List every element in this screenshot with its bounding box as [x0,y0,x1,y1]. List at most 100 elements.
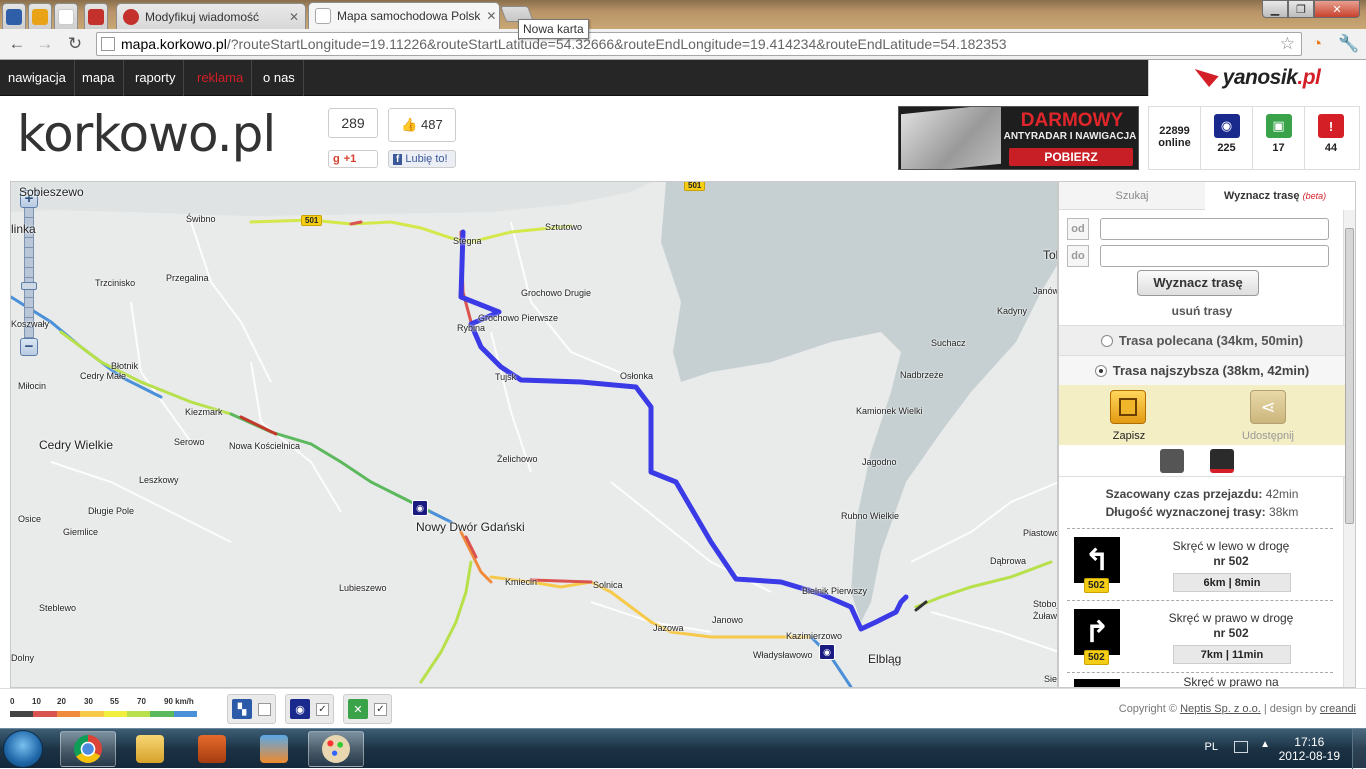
toggle-checkbox[interactable]: ✓ [316,702,329,716]
place-label: Bielnik Pierwszy [802,586,868,596]
gps-device-icon[interactable] [1160,449,1184,473]
bookmark-star-icon[interactable]: ☆ [1280,34,1295,54]
place-label: Solnica [593,580,623,590]
map-canvas[interactable]: + − Sobieszewo Świbno Stegna Sztutowo Tr… [10,181,1058,688]
start-button[interactable] [3,730,43,768]
tab-mapa[interactable]: Mapa samochodowa Polsk ✕ [308,2,500,29]
yanosik-logo[interactable]: yanosik.pl [1148,60,1366,96]
coastline [11,182,651,216]
toggle-traffic[interactable]: ▚ [227,694,276,724]
toggle-roadworks[interactable]: ✕ ✓ [343,694,392,724]
ad-cta[interactable]: POBIERZ [1009,148,1133,166]
route-step[interactable]: ↱ 502 Skręć w prawo w drogę nr 502 7km | … [1067,600,1333,672]
find-route-button[interactable]: Wyznacz trasę [1137,270,1259,296]
to-input[interactable] [1100,245,1329,267]
rss-icon[interactable]: ◔ [1306,33,1328,55]
zoom-slider-handle[interactable] [21,282,37,290]
nav-mapa[interactable]: mapa [74,60,124,96]
speed-camera-icon: ◉ [1213,114,1240,138]
radio-recommended[interactable] [1100,334,1113,347]
place-label: Nadbrzeże [900,370,944,380]
place-label: Jazowa [653,623,684,633]
stat-police[interactable]: ▣ 17 [1253,107,1305,169]
speed-camera-marker-icon[interactable]: ◉ [412,500,428,516]
address-bar[interactable]: mapa.korkowo.pl/?routeStartLongitude=19.… [96,32,1302,56]
scrollbar-thumb[interactable] [1345,228,1354,524]
from-label: od [1067,218,1089,240]
back-icon[interactable]: ← [6,33,28,55]
place-label: Leszkowy [139,475,179,485]
route-option-fastest[interactable]: Trasa najszybsza (38km, 42min) [1059,355,1345,385]
share-route-button[interactable]: ⋖ [1250,390,1286,424]
pinned-tab-youtube[interactable] [84,3,108,29]
tab-modyfikuj[interactable]: Modyfikuj wiadomość ✕ [116,3,306,29]
place-label: Serowo [174,437,205,447]
pinned-tab-ukf[interactable] [2,3,26,29]
police-icon: ▣ [1265,114,1292,138]
radio-fastest[interactable] [1094,364,1107,377]
share-icon: ⋖ [1260,396,1276,417]
taskbar-explorer[interactable] [122,731,178,767]
ad-screenshot-image [901,107,1001,169]
route-option-recommended[interactable]: Trasa polecana (34km, 50min) [1059,325,1345,355]
place-label: Dolny [11,653,35,663]
route-step[interactable]: ↰ 502 Skręć w lewo w drogę nr 502 6km | 8… [1067,528,1333,600]
system-clock[interactable]: 17:16 2012-08-19 [1279,735,1340,763]
close-window-button[interactable]: ✕ [1314,0,1360,18]
stat-online: 22899 online [1149,107,1201,169]
tab-szukaj[interactable]: Szukaj [1059,182,1205,210]
gplus-button[interactable]: g +1 [328,150,378,168]
maximize-button[interactable]: ❐ [1288,0,1314,18]
toggle-checkbox[interactable]: ✓ [374,702,387,716]
forward-icon[interactable]: → [34,33,56,55]
stat-danger[interactable]: ! 44 [1305,107,1357,169]
close-tab-icon[interactable]: ✕ [480,9,496,23]
taskbar-media[interactable] [246,731,302,767]
toggle-speed-cameras[interactable]: ◉ ✓ [285,694,334,724]
place-label: Sielno [1044,674,1058,684]
save-route-button[interactable] [1110,390,1146,424]
nav-reklama[interactable]: reklama [189,60,253,96]
route-step[interactable]: Skręć w prawo na [1067,672,1333,687]
pinned-tab-gmail[interactable] [54,3,78,29]
nav-o-nas[interactable]: o nas [255,60,304,96]
site-logo[interactable]: korkowo.pl [17,105,276,163]
speed-camera-icon: ◉ [290,699,310,719]
browser-toolbar: ← → ↻ mapa.korkowo.pl/?routeStartLongitu… [0,29,1366,60]
place-label: Stoboj [1033,599,1058,609]
stat-speed-cameras[interactable]: ◉ 225 [1201,107,1253,169]
turn-right-icon [1074,679,1120,687]
show-desktop-button[interactable] [1352,729,1366,769]
pinned-tab-wp[interactable] [28,3,52,29]
minimize-button[interactable]: ▁ [1262,0,1288,18]
tab-title: Mapa samochodowa Polsk [337,9,481,23]
close-tab-icon[interactable]: ✕ [283,10,299,24]
keyboard-icon[interactable] [1234,741,1248,753]
zoom-out-button[interactable]: − [20,338,38,356]
tab-wyznacz-trase[interactable]: Wyznacz trasę (beta) [1205,182,1345,210]
from-input[interactable] [1100,218,1329,240]
fb-like-button[interactable]: f Lubię to! [388,150,456,168]
site-nav: nawigacja mapa raporty reklama o nas yan… [0,60,1366,96]
taskbar-installer[interactable] [184,731,240,767]
turn-right-icon: ↱ [1074,609,1120,655]
nav-raporty[interactable]: raporty [127,60,185,96]
wrench-icon[interactable]: 🔧 [1338,33,1360,55]
show-hidden-icons[interactable]: ▲ [1260,739,1270,750]
neptis-link[interactable]: Neptis Sp. z o.o. [1180,703,1261,715]
speed-camera-marker-icon[interactable]: ◉ [819,644,835,660]
place-label: Tujsk [495,372,517,382]
taskbar-paint[interactable] [308,731,364,767]
creandi-link[interactable]: creandi [1320,703,1356,715]
taskbar-chrome[interactable] [60,731,116,767]
reload-icon[interactable]: ↻ [64,33,86,55]
place-label: Władysławowo [753,650,813,660]
yanosik-device-icon[interactable] [1210,449,1234,473]
place-label: Żuławki [1033,611,1058,621]
clear-routes-link[interactable]: usuń trasy [1059,304,1345,318]
nav-nawigacja[interactable]: nawigacja [0,60,75,96]
place-label: Janowo [712,615,744,625]
language-indicator[interactable]: PL [1205,741,1218,753]
toggle-checkbox[interactable] [258,702,271,716]
ad-banner[interactable]: DARMOWY ANTYRADAR I NAWIGACJA POBIERZ [898,106,1139,170]
